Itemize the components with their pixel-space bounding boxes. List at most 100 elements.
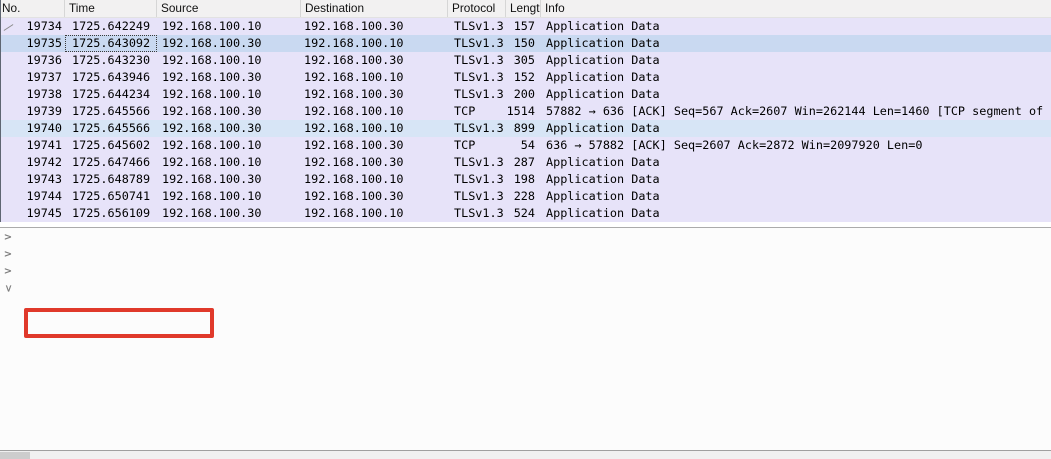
cell-length: 228	[513, 189, 535, 203]
packet-row[interactable]: 19734 1725.642249 192.168.100.10 192.168…	[1, 18, 1051, 35]
cell-time: 1725.643946	[72, 70, 151, 84]
cell-info: Application Data	[546, 189, 660, 203]
cell-info: 636 → 57882 [ACK] Seq=2607 Ack=2872 Win=…	[546, 138, 923, 152]
cell-length: 152	[513, 70, 535, 84]
detail-line-conversation[interactable]: [Conversation completeness: Incomplete, …	[0, 348, 1051, 365]
cell-destination: 192.168.100.30	[304, 87, 404, 101]
cell-length: 150	[513, 36, 535, 50]
cell-time: 1725.645566	[72, 121, 151, 135]
cell-no: 19737	[26, 70, 62, 84]
packet-row[interactable]: 19743 1725.648789 192.168.100.30 192.168…	[1, 171, 1051, 188]
cell-length: 305	[513, 53, 535, 67]
detail-line-destination-port[interactable]: Destination Port: 636	[0, 314, 1051, 331]
cell-source: 192.168.100.30	[162, 121, 262, 135]
cell-source: 192.168.100.10	[162, 53, 262, 67]
cell-destination: 192.168.100.10	[304, 121, 404, 135]
chevron-right-icon[interactable]: >	[3, 229, 13, 246]
cell-time: 1725.645566	[72, 104, 151, 118]
cell-length: 524	[513, 206, 535, 220]
cell-protocol: TLSv1.3	[454, 70, 504, 84]
packet-row[interactable]: 19742 1725.647466 192.168.100.10 192.168…	[1, 154, 1051, 171]
cell-no: 19738	[26, 87, 62, 101]
cell-protocol: TLSv1.3	[454, 189, 504, 203]
cell-destination: 192.168.100.10	[304, 172, 404, 186]
cell-length: 198	[513, 172, 535, 186]
detail-line-acknowledgment-number[interactable]: Acknowledgment Number: 2210 (relative ac…	[0, 433, 1051, 450]
packet-row[interactable]: 19745 1725.656109 192.168.100.30 192.168…	[1, 205, 1051, 222]
horizontal-scrollbar[interactable]	[0, 450, 1051, 459]
packet-row[interactable]: 19739 1725.645566 192.168.100.30 192.168…	[1, 103, 1051, 120]
cell-time: 1725.648789	[72, 172, 151, 186]
cell-source: 192.168.100.30	[162, 104, 262, 118]
detail-line-sequence-number[interactable]: Sequence Number: 373 (relative sequence …	[0, 382, 1051, 399]
packet-row[interactable]: 19737 1725.643946 192.168.100.30 192.168…	[1, 69, 1051, 86]
cell-protocol: TLSv1.3	[454, 87, 504, 101]
cell-protocol: TCP	[454, 138, 476, 152]
cell-source: 192.168.100.10	[162, 155, 262, 169]
detail-line-next-sequence-number[interactable]: [Next Sequence Number: 469 (relative seq…	[0, 416, 1051, 433]
cell-info: Application Data	[546, 19, 660, 33]
detail-line-frame[interactable]: > Frame 19735: 150 bytes on wire (1200 b…	[0, 229, 1051, 246]
cell-info: Application Data	[546, 206, 660, 220]
chevron-right-icon[interactable]: >	[3, 263, 13, 280]
scrollbar-thumb[interactable]	[0, 452, 30, 459]
detail-line-sequence-number-raw[interactable]: Sequence Number (raw): 2428790961	[0, 399, 1051, 416]
column-header-time[interactable]: Time	[65, 0, 157, 17]
cell-protocol: TLSv1.3	[454, 36, 504, 50]
packet-row[interactable]: 19736 1725.643230 192.168.100.10 192.168…	[1, 52, 1051, 69]
cell-length: 54	[520, 138, 535, 152]
detail-line-ethernet[interactable]: > Ethernet II, Src: Microsof_d9:4f:55 (0…	[0, 246, 1051, 263]
cell-info: Application Data	[546, 87, 660, 101]
cell-time: 1725.645602	[72, 138, 151, 152]
cell-no: 19739	[26, 104, 62, 118]
cell-time: 1725.643092	[65, 35, 157, 52]
cell-info: 57882 → 636 [ACK] Seq=567 Ack=2607 Win=2…	[546, 104, 1051, 118]
packet-row[interactable]: 19741 1725.645602 192.168.100.10 192.168…	[1, 137, 1051, 154]
packet-row[interactable]: 19744 1725.650741 192.168.100.10 192.168…	[1, 188, 1051, 205]
cell-time: 1725.656109	[72, 206, 151, 220]
cell-destination: 192.168.100.30	[304, 138, 404, 152]
cell-info: Application Data	[546, 172, 660, 186]
cell-source: 192.168.100.30	[162, 172, 262, 186]
cell-protocol: TLSv1.3	[454, 19, 504, 33]
cell-destination: 192.168.100.30	[304, 53, 404, 67]
packet-list-pane: No. Time Source Destination Protocol Len…	[0, 0, 1051, 222]
chevron-down-icon[interactable]: >	[0, 284, 17, 294]
cell-protocol: TLSv1.3	[454, 53, 504, 67]
detail-line-segment-len[interactable]: [TCP Segment Len: 96]	[0, 365, 1051, 382]
column-header-protocol[interactable]: Protocol	[448, 0, 506, 17]
column-header-destination[interactable]: Destination	[301, 0, 448, 17]
cell-destination: 192.168.100.10	[304, 70, 404, 84]
packet-details-pane: > Frame 19735: 150 bytes on wire (1200 b…	[0, 227, 1051, 450]
cell-info: Application Data	[546, 53, 660, 67]
packet-row-selected[interactable]: 19735 1725.643092 192.168.100.30 192.168…	[1, 35, 1051, 52]
cell-destination: 192.168.100.30	[304, 155, 404, 169]
cell-time: 1725.643230	[72, 53, 151, 67]
column-header-source[interactable]: Source	[157, 0, 301, 17]
column-header-length[interactable]: Length	[506, 0, 541, 17]
cell-source: 192.168.100.30	[162, 36, 262, 50]
packet-row[interactable]: 19738 1725.644234 192.168.100.10 192.168…	[1, 86, 1051, 103]
cell-source: 192.168.100.10	[162, 189, 262, 203]
chevron-right-icon[interactable]: >	[3, 246, 13, 263]
cell-no: 19736	[26, 53, 62, 67]
cell-source: 192.168.100.10	[162, 19, 262, 33]
cell-no: 19741	[26, 138, 62, 152]
cell-destination: 192.168.100.10	[304, 206, 404, 220]
cell-protocol: TLSv1.3	[454, 172, 504, 186]
column-header-info[interactable]: Info	[541, 0, 1051, 17]
cell-protocol: TLSv1.3	[454, 121, 504, 135]
cell-no: 19735	[26, 36, 62, 50]
detail-line-tcp[interactable]: > Transmission Control Protocol, Src Por…	[0, 280, 1051, 297]
column-header-no[interactable]: No.	[1, 0, 65, 17]
cell-length: 1514	[506, 104, 535, 118]
wireshark-window: No. Time Source Destination Protocol Len…	[0, 0, 1051, 459]
cell-info: Application Data	[546, 36, 660, 50]
packet-row-highlighted[interactable]: 19740 1725.645566 192.168.100.30 192.168…	[1, 120, 1051, 137]
cell-source: 192.168.100.30	[162, 70, 262, 84]
cell-time: 1725.647466	[72, 155, 151, 169]
detail-line-source-port[interactable]: Source Port: 57882	[0, 297, 1051, 314]
detail-line-stream-index[interactable]: [Stream index: 654]	[0, 331, 1051, 348]
detail-line-ip[interactable]: > Internet Protocol Version 4, Src: 192.…	[0, 263, 1051, 280]
cell-source: 192.168.100.10	[162, 138, 262, 152]
